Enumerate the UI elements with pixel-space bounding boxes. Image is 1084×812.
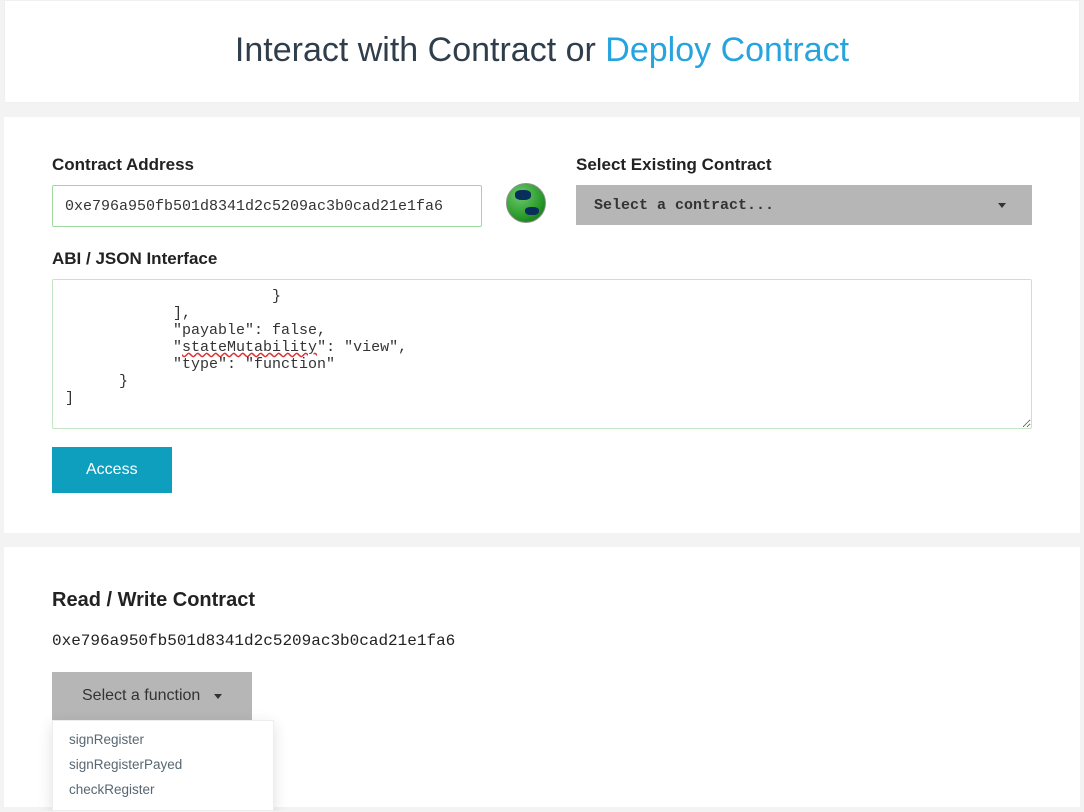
abi-squiggle: stateMutability [182,339,317,356]
select-function-label: Select a function [82,687,200,705]
select-existing-value: Select a contract... [594,197,774,214]
contract-address-display: 0xe796a950fb501d8341d2c5209ac3b0cad21e1f… [52,632,1032,650]
abi-label: ABI / JSON Interface [52,249,1032,269]
contract-address-label: Contract Address [52,155,482,175]
contract-address-input[interactable] [52,185,482,227]
function-option[interactable]: checkRegister [53,777,273,802]
chevron-down-icon [214,694,222,699]
title-or: or [566,31,596,69]
page-header: Interact with Contract or Deploy Contrac… [4,0,1080,103]
function-option[interactable]: signRegisterPayed [53,752,273,777]
chevron-down-icon [998,203,1006,208]
identicon-icon [506,155,552,223]
interact-panel: Contract Address Select Existing Contrac… [4,117,1080,533]
function-menu: signRegister signRegisterPayed checkRegi… [52,720,274,811]
read-write-title: Read / Write Contract [52,589,1032,612]
select-existing-contract-dropdown[interactable]: Select a contract... [576,185,1032,225]
function-option[interactable]: signRegister [53,727,273,752]
access-button[interactable]: Access [52,447,172,493]
select-function-dropdown[interactable]: Select a function [52,672,252,720]
deploy-contract-link[interactable]: Deploy Contract [605,31,849,69]
read-write-panel: Read / Write Contract 0xe796a950fb501d83… [4,547,1080,807]
globe-icon [506,183,546,223]
select-existing-label: Select Existing Contract [576,155,1032,175]
page-title: Interact with Contract or Deploy Contrac… [5,31,1079,70]
abi-json-textarea[interactable]: } ], "payable": false, "stateMutability"… [52,279,1032,429]
title-main: Interact with Contract [235,31,556,69]
